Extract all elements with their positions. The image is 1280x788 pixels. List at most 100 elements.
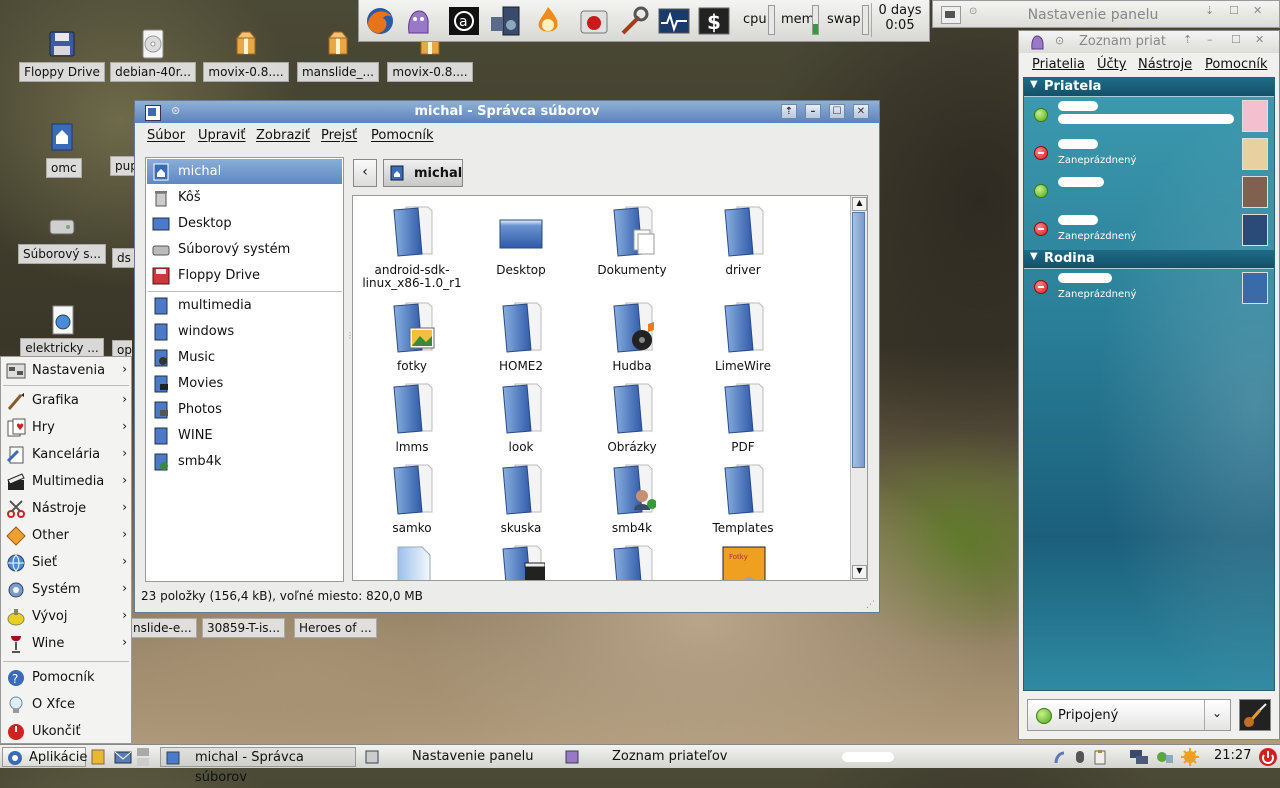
file-item[interactable]: Fotky	[689, 543, 797, 580]
menu-item-power[interactable]: Ukončiť	[1, 718, 131, 745]
menu-item-other[interactable]: Other ›	[1, 522, 131, 549]
minimize-icon[interactable]: –	[1207, 33, 1213, 46]
sidebar-item-kos[interactable]: Kôš	[147, 185, 342, 210]
shade-icon[interactable]: ⇣	[1205, 4, 1221, 20]
menu-nastroje[interactable]: Nástroje	[1138, 57, 1192, 72]
menu-item-systém[interactable]: Systém ›	[1, 576, 131, 603]
menu-item-wine[interactable]: Wine ›	[1, 630, 131, 657]
desktop-icon-debian[interactable]: debian-40r...	[105, 28, 201, 85]
menu-item-multimedia[interactable]: Multimedia ›	[1, 468, 131, 495]
sidebar-item-michal[interactable]: michal	[147, 159, 342, 184]
sidebar-item-floppy[interactable]: Floppy Drive	[147, 263, 342, 288]
file-item[interactable]: look	[467, 381, 575, 454]
taskbar-task[interactable]: michal - Správca súborov	[160, 747, 356, 785]
menu-item-hry[interactable]: ♥ Hry ›	[1, 414, 131, 441]
pidgin-tray-icon[interactable]	[1156, 749, 1174, 765]
scrollbar-thumb[interactable]	[852, 212, 865, 468]
close-icon[interactable]: ✕	[1255, 33, 1264, 46]
resize-grip[interactable]: ⋰	[866, 600, 875, 610]
guitar-avatar-icon[interactable]	[1239, 699, 1271, 731]
network-manager-icon[interactable]	[1128, 748, 1150, 766]
maximize-icon[interactable]: ☐	[1229, 4, 1245, 20]
menu-item-vývoj[interactable]: Vývoj ›	[1, 603, 131, 630]
menu-item-nástroje[interactable]: Nástroje ›	[1, 495, 131, 522]
file-item[interactable]: fotky	[358, 300, 466, 373]
workspace-switcher[interactable]	[136, 747, 150, 767]
menu-priatelia[interactable]: Priatelia	[1032, 57, 1085, 72]
desktop-icon-floppy[interactable]: Floppy Drive	[14, 28, 110, 85]
menu-item-grafika[interactable]: Grafika ›	[1, 387, 131, 414]
maximize-icon[interactable]: ☐	[1231, 33, 1241, 46]
sidebar-item-filesystem[interactable]: Súborový systém	[147, 237, 342, 262]
scroll-down-icon[interactable]: ▼	[852, 565, 867, 579]
file-item[interactable]: PDF	[689, 381, 797, 454]
sidebar-item-movies[interactable]: Movies	[147, 371, 342, 396]
flame-icon[interactable]	[531, 5, 565, 37]
file-item[interactable]	[467, 543, 575, 580]
file-item[interactable]: Desktop	[467, 204, 575, 277]
menu-item-help[interactable]: ? Pomocník	[1, 664, 131, 691]
vertical-scrollbar[interactable]: ▲ ▼	[850, 196, 867, 580]
pane-resize-handle[interactable]: ⋮	[346, 331, 354, 351]
desktop-icon-pup[interactable]: pup	[110, 156, 134, 179]
menu-item-lightbulb[interactable]: O Xfce	[1, 691, 131, 718]
maximize-icon[interactable]: ☐	[829, 104, 845, 119]
menu-item-kancelária[interactable]: Kancelária ›	[1, 441, 131, 468]
file-item[interactable]: android-sdk-linux_x86-1.0_r1	[358, 204, 466, 290]
file-item[interactable]: Dokumenty	[578, 204, 686, 277]
file-item[interactable]: LimeWire	[689, 300, 797, 373]
sidebar-item-multimedia[interactable]: multimedia	[147, 293, 342, 318]
scroll-up-icon[interactable]: ▲	[852, 197, 867, 211]
desktop-icon-elektricky[interactable]: elektricky ...	[14, 304, 110, 361]
tools-icon[interactable]	[617, 5, 651, 37]
firefox-icon[interactable]	[363, 5, 397, 37]
minimize-icon[interactable]: –	[805, 104, 821, 119]
buddy-row[interactable]: Zaneprázdnený	[1024, 270, 1274, 308]
file-item[interactable]: Hudba	[578, 300, 686, 373]
sidebar-item-wine[interactable]: WINE	[147, 423, 342, 448]
close-icon[interactable]: ✕	[1253, 4, 1269, 20]
pin-icon[interactable]: ⊙	[969, 6, 985, 22]
power-icon[interactable]	[1258, 747, 1278, 767]
menu-item-nastavenia[interactable]: Nastavenia ›	[1, 357, 131, 384]
shade-icon[interactable]: ⇡	[1183, 33, 1192, 46]
menu-item-sieť[interactable]: Sieť ›	[1, 549, 131, 576]
file-item[interactable]: Templates	[689, 462, 797, 535]
path-back-button[interactable]: ‹	[353, 159, 377, 187]
menu-zobrazit[interactable]: Zobraziť	[256, 128, 310, 143]
pin-icon[interactable]: ⊙	[1055, 34, 1064, 47]
desktop-icon-nslide[interactable]: nslide-e...	[128, 618, 200, 641]
media-icon[interactable]	[577, 5, 611, 37]
file-item[interactable]: HOME2	[467, 300, 575, 373]
menu-prejst[interactable]: Prejsť	[321, 128, 357, 143]
desktop-icon-30859[interactable]: 30859-T-is...	[202, 618, 288, 641]
amarok-icon[interactable]: a	[447, 5, 481, 37]
buddy-row[interactable]	[1024, 98, 1274, 136]
shade-icon[interactable]: ⇡	[781, 104, 797, 119]
file-item[interactable]: skuska	[467, 462, 575, 535]
buddy-row[interactable]: Zaneprázdnený	[1024, 136, 1274, 174]
sidebar-item-music[interactable]: Music	[147, 345, 342, 370]
update-notifier-icon[interactable]	[1180, 747, 1200, 767]
sidebar-item-smb4k[interactable]: smb4k	[147, 449, 342, 474]
panel-settings-window[interactable]: ⊙ Nastavenie panelu ⇣ ☐ ✕	[932, 0, 1280, 28]
menu-pomocnik[interactable]: Pomocník	[1205, 57, 1267, 72]
buddy-list-titlebar[interactable]: ⊙ Zoznam priat ⇡ – ☐ ✕	[1019, 31, 1279, 53]
panel-settings-menu-icon[interactable]	[941, 6, 961, 24]
network-icon[interactable]	[1052, 749, 1068, 765]
file-item[interactable]: samko	[358, 462, 466, 535]
sidebar-item-desktop[interactable]: Desktop	[147, 211, 342, 236]
system-monitor-icon[interactable]	[657, 5, 691, 37]
status-selector[interactable]: Pripojený ⌄	[1027, 699, 1231, 731]
buddy-row[interactable]	[1024, 174, 1274, 212]
close-icon[interactable]: ✕	[853, 104, 869, 119]
mail-icon[interactable]	[114, 749, 132, 765]
desktop-icon-ds[interactable]: ds	[112, 248, 134, 271]
menu-pomocnik[interactable]: Pomocník	[371, 128, 433, 143]
buddy-row[interactable]: Zaneprázdnený	[1024, 212, 1274, 250]
path-button-michal[interactable]: michal	[383, 159, 463, 187]
pidgin-icon[interactable]	[401, 5, 435, 37]
clipboard-icon[interactable]	[1092, 749, 1108, 765]
buddy-group-header[interactable]: ▼ Rodina	[1024, 250, 1274, 269]
file-item[interactable]: smb4k	[578, 462, 686, 535]
